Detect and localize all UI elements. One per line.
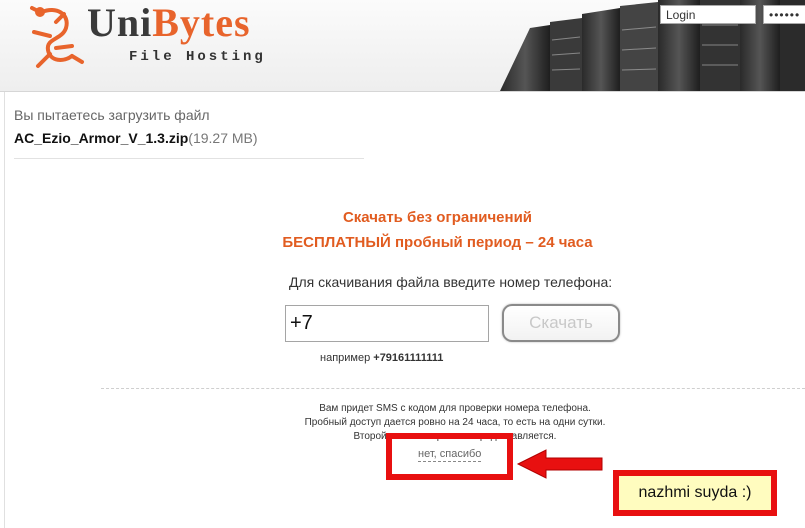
dashed-divider xyxy=(101,388,805,389)
annotation-note-text: nazhmi suyda :) xyxy=(619,476,771,510)
file-info: AC_Ezio_Armor_V_1.3.zip(19.27 MB) xyxy=(14,130,258,146)
divider xyxy=(14,158,364,159)
annotation-arrow-icon xyxy=(516,449,603,479)
server-racks-image xyxy=(500,0,805,91)
offer-subtitle: БЕСПЛАТНЫЙ пробный период – 24 часа xyxy=(282,234,593,251)
login-input[interactable]: Login xyxy=(660,5,756,24)
header: UniBytes File Hosting Login •••••• xyxy=(0,0,805,92)
brand-logo-text[interactable]: UniBytes xyxy=(87,3,251,43)
file-name: AC_Ezio_Armor_V_1.3.zip xyxy=(14,130,189,146)
annotation-note: nazhmi suyda :) xyxy=(613,470,777,516)
tagline: File Hosting xyxy=(129,49,266,65)
phone-input[interactable]: +7 xyxy=(285,305,489,342)
content-border xyxy=(4,92,5,528)
annotation-highlight-box xyxy=(386,433,513,480)
download-button[interactable]: Скачать xyxy=(502,304,620,342)
offer-title: Скачать без ограничений xyxy=(342,209,533,226)
download-attempt-text: Вы пытаетесь загрузить файл xyxy=(14,107,210,123)
phone-prompt: Для скачивания файла введите номер телеф… xyxy=(289,274,613,290)
lizard-logo-icon xyxy=(30,6,84,68)
file-size: (19.27 MB) xyxy=(188,130,258,146)
password-input[interactable]: •••••• xyxy=(763,5,805,24)
phone-example: например +79161111111 xyxy=(320,352,444,364)
